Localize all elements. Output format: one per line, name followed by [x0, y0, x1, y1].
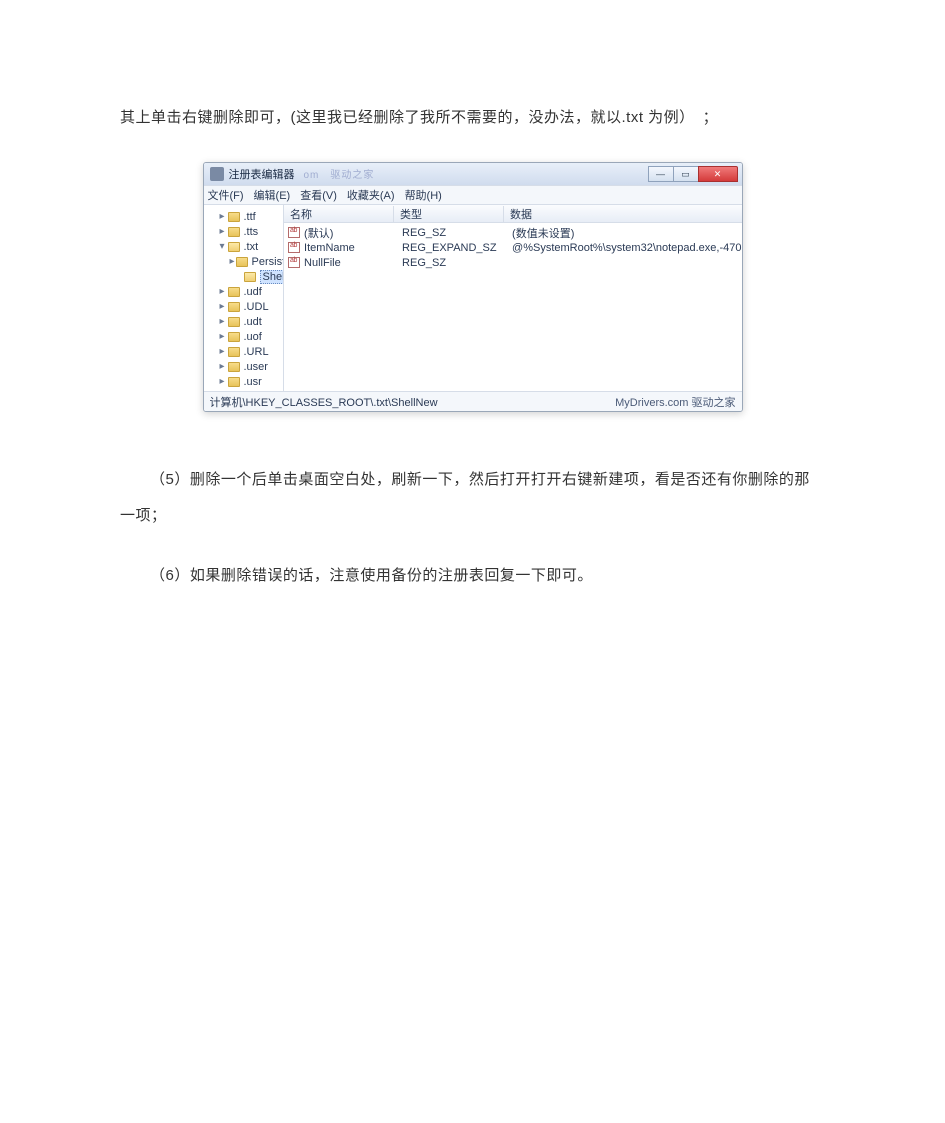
minimize-button[interactable]: — — [648, 166, 674, 182]
app-icon — [210, 167, 224, 181]
tree-label: .udf — [244, 286, 262, 298]
value-name: ItemName — [304, 242, 396, 254]
menu-view[interactable]: 查看(V) — [300, 187, 337, 203]
paragraph-step-5: （5）删除一个后单击桌面空白处，刷新一下，然后打开打开右键新建项，看是否还有你删… — [120, 462, 825, 534]
tree-label: .ttf — [244, 211, 256, 223]
menu-help[interactable]: 帮助(H) — [405, 187, 442, 203]
tree-pane[interactable]: ▸ .ttf ▸ .tts ▾ .txt ▸ Persisten — [204, 205, 285, 391]
menu-edit[interactable]: 编辑(E) — [254, 187, 291, 203]
folder-icon — [228, 332, 240, 342]
menu-bar: 文件(F) 编辑(E) 查看(V) 收藏夹(A) 帮助(H) — [204, 185, 742, 205]
value-type: REG_EXPAND_SZ — [396, 242, 506, 254]
value-data: (数值未设置) — [506, 225, 741, 241]
string-value-icon — [288, 227, 300, 238]
expand-icon[interactable]: ▸ — [218, 331, 227, 342]
expand-icon[interactable]: ▸ — [218, 226, 227, 237]
tree-label: .va — [244, 391, 259, 392]
tree-node-persistenthandler[interactable]: ▸ PersistentHandler — [208, 254, 282, 269]
tree-node-url[interactable]: ▸ .URL — [208, 344, 282, 359]
expand-icon[interactable]: ▸ — [218, 316, 227, 327]
collapse-icon[interactable]: ▾ — [218, 241, 227, 252]
expand-icon[interactable]: ▸ — [218, 211, 227, 222]
paragraph-step-6: （6）如果删除错误的话，注意使用备份的注册表回复一下即可。 — [120, 558, 825, 594]
col-data[interactable]: 数据 — [504, 206, 741, 222]
tree-label: .uof — [244, 331, 262, 343]
tree-label: PersistentHandler — [252, 256, 285, 268]
table-row[interactable]: NullFile REG_SZ — [284, 255, 741, 270]
folder-icon — [236, 257, 248, 267]
menu-favorites[interactable]: 收藏夹(A) — [347, 187, 395, 203]
col-name[interactable]: 名称 — [284, 206, 394, 222]
folder-icon — [228, 377, 240, 387]
tree-node-user[interactable]: ▸ .user — [208, 359, 282, 374]
tree-node-uof[interactable]: ▸ .uof — [208, 329, 282, 344]
folder-icon — [228, 302, 240, 312]
folder-icon — [228, 362, 240, 372]
values-rows: (默认) REG_SZ (数值未设置) ItemName REG_EXPAND_… — [284, 223, 741, 391]
expand-icon[interactable]: ▸ — [218, 361, 227, 372]
tree-node-udf[interactable]: ▸ .udf — [208, 284, 282, 299]
regedit-window: 注册表编辑器 om 驱动之家 — ▭ ✕ 文件(F) 编辑(E) 查看(V) 收… — [203, 162, 743, 412]
tree-node-shellnew[interactable]: ShellNew — [208, 269, 282, 284]
close-button[interactable]: ✕ — [698, 166, 738, 182]
values-pane: 名称 类型 数据 (默认) REG_SZ (数值未设置) ItemName RE… — [284, 205, 741, 391]
table-row[interactable]: ItemName REG_EXPAND_SZ @%SystemRoot%\sys… — [284, 240, 741, 255]
expand-icon[interactable]: ▸ — [218, 346, 227, 357]
value-name: (默认) — [304, 225, 396, 241]
expand-icon[interactable]: ▸ — [218, 301, 227, 312]
value-type: REG_SZ — [396, 257, 506, 269]
tree-node-txt[interactable]: ▾ .txt — [208, 239, 282, 254]
value-data: @%SystemRoot%\system32\notepad.exe,-470 — [506, 242, 741, 254]
col-type[interactable]: 类型 — [394, 206, 504, 222]
tree-node-ttf[interactable]: ▸ .ttf — [208, 209, 282, 224]
folder-icon — [228, 287, 240, 297]
window-title: 注册表编辑器 — [229, 166, 295, 182]
column-headers[interactable]: 名称 类型 数据 — [284, 205, 741, 223]
folder-icon — [228, 227, 240, 237]
expand-icon[interactable]: ▸ — [218, 286, 227, 297]
tree-node-usr[interactable]: ▸ .usr — [208, 374, 282, 389]
folder-icon — [228, 317, 240, 327]
watermark-bottom: MyDrivers.com 驱动之家 — [615, 394, 735, 410]
status-bar: 计算机\HKEY_CLASSES_ROOT\.txt\ShellNew MyDr… — [204, 391, 742, 411]
tree-label: .txt — [244, 241, 259, 253]
folder-icon — [228, 212, 240, 222]
tree-label: .UDL — [244, 301, 269, 313]
folder-icon — [228, 347, 240, 357]
paragraph-intro: 其上单击右键删除即可，(这里我已经删除了我所不需要的，没办法，就以.txt 为例… — [120, 100, 825, 136]
window-titlebar[interactable]: 注册表编辑器 om 驱动之家 — ▭ ✕ — [204, 163, 742, 185]
string-value-icon — [288, 257, 300, 268]
tree-label: .usr — [244, 376, 262, 388]
watermark-top: om 驱动之家 — [304, 166, 375, 181]
folder-open-icon — [244, 272, 256, 282]
tree-node-va[interactable]: ▸ .va — [208, 389, 282, 391]
tree-label: .user — [244, 361, 268, 373]
folder-open-icon — [228, 242, 240, 252]
table-row[interactable]: (默认) REG_SZ (数值未设置) — [284, 225, 741, 240]
expand-icon[interactable]: ▸ — [218, 376, 227, 387]
maximize-button[interactable]: ▭ — [673, 166, 699, 182]
regedit-body: ▸ .ttf ▸ .tts ▾ .txt ▸ Persisten — [204, 205, 742, 391]
tree-label: .udt — [244, 316, 262, 328]
tree-node-udl[interactable]: ▸ .UDL — [208, 299, 282, 314]
string-value-icon — [288, 242, 300, 253]
tree-label: .URL — [244, 346, 269, 358]
menu-file[interactable]: 文件(F) — [208, 187, 244, 203]
value-name: NullFile — [304, 257, 396, 269]
tree-label-selected: ShellNew — [260, 270, 285, 284]
tree-node-tts[interactable]: ▸ .tts — [208, 224, 282, 239]
tree-node-udt[interactable]: ▸ .udt — [208, 314, 282, 329]
expand-icon[interactable]: ▸ — [230, 256, 235, 267]
screenshot-container: 注册表编辑器 om 驱动之家 — ▭ ✕ 文件(F) 编辑(E) 查看(V) 收… — [120, 162, 825, 412]
status-path: 计算机\HKEY_CLASSES_ROOT\.txt\ShellNew — [210, 394, 438, 410]
tree-label: .tts — [244, 226, 259, 238]
value-type: REG_SZ — [396, 227, 506, 239]
